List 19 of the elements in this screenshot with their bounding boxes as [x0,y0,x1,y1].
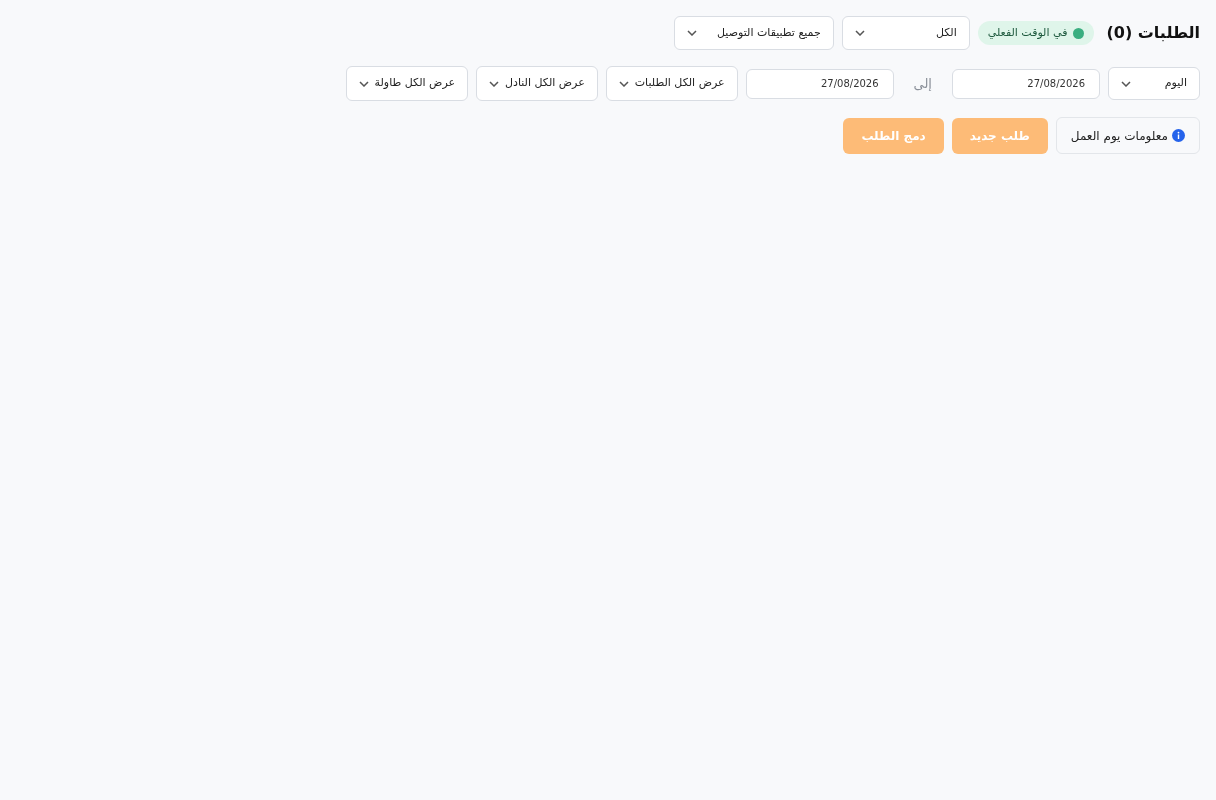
range-separator: إلى [912,74,933,93]
chevron-down-icon [854,30,865,36]
date-field[interactable]: 27/08/2026 [952,68,1100,99]
chevron-down-icon [489,80,499,87]
live-status-badge: في الوقت الفعلي [977,21,1095,45]
chevron-down-icon [686,30,697,36]
date-field[interactable]: 27/08/2026 [745,68,894,99]
dropdown-select[interactable]: عرض الكل طاولة [345,66,468,101]
dropdown-select[interactable]: عرض الكل النادل [476,66,598,101]
dropdown-select[interactable]: اليوم [1108,67,1200,100]
chevron-down-icon [358,80,369,87]
chevron-down-icon [618,80,629,87]
chevron-down-icon [1121,80,1131,87]
work-day-info-button[interactable]: معلومات يوم العمل [1055,117,1200,154]
page-title: الطلبات (0) [1106,22,1200,44]
info-icon [1172,129,1185,142]
dropdown-select[interactable]: جميع تطبيقات التوصيل [673,16,834,50]
dropdown-select[interactable]: عرض الكل الطلبات [605,66,738,101]
dropdown-select[interactable]: الكل [841,16,970,50]
